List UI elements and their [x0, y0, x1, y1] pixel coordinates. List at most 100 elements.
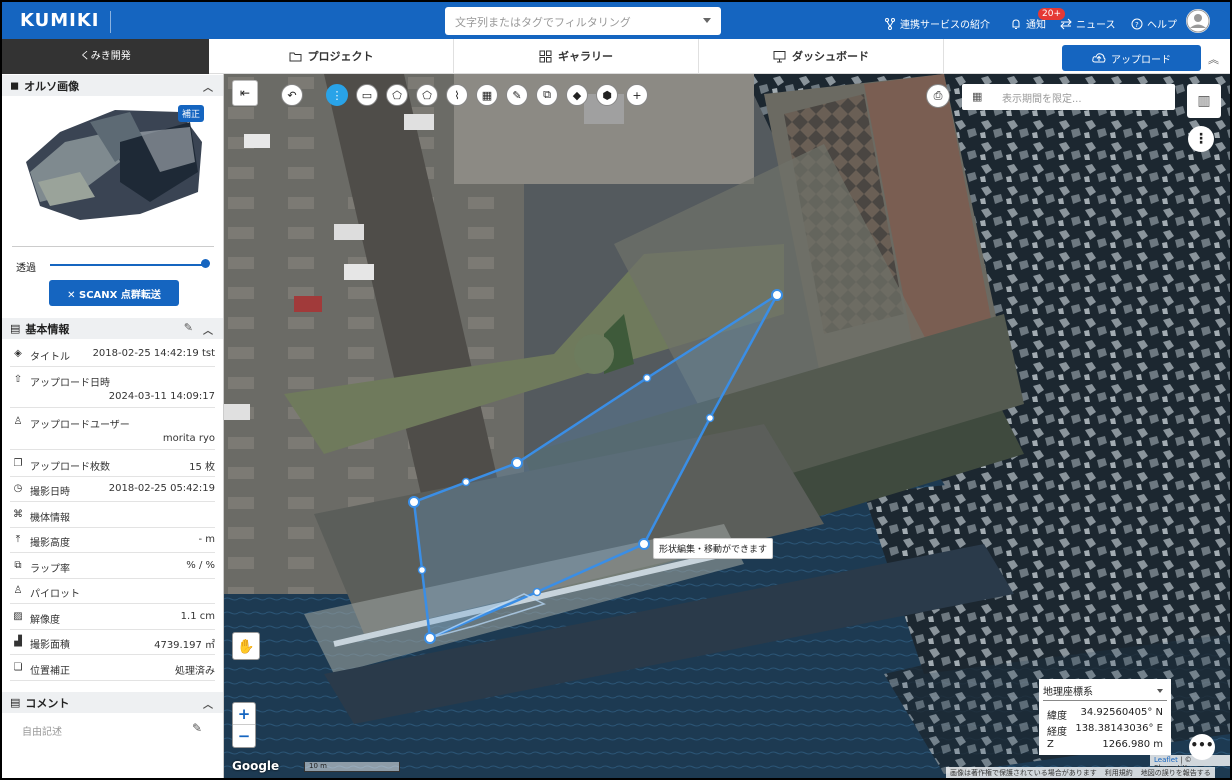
- zoom-out-button[interactable]: −: [233, 725, 255, 747]
- info-label: アップロード枚数: [30, 461, 110, 473]
- copy-icon[interactable]: ⧉: [536, 84, 558, 106]
- tab-dashboard-label: ダッシュボード: [792, 50, 869, 63]
- info-row: ⧉ ラップ率 % / %: [10, 554, 215, 579]
- map-view[interactable]: ⇤ ⎙ ▦ 表示期間を限定... ▥ ⋮ 形状編集・移動ができます ✋ + − …: [224, 74, 1230, 778]
- more-vert-icon[interactable]: ⋮: [1188, 126, 1214, 152]
- comment-input[interactable]: 自由記述: [22, 723, 62, 738]
- ortho-title: オルソ画像: [24, 79, 80, 93]
- terms-link[interactable]: 利用規約: [1105, 768, 1133, 777]
- pan-hand-icon[interactable]: ✋: [232, 632, 260, 660]
- print-icon[interactable]: ⎙: [926, 84, 950, 108]
- date-range-placeholder: 表示期間を限定...: [1002, 94, 1082, 105]
- opacity-slider[interactable]: [50, 264, 206, 266]
- pencil-icon[interactable]: ✎: [506, 84, 528, 106]
- more-vert-icon[interactable]: ⋮: [326, 84, 348, 106]
- leaflet-link[interactable]: Leaflet: [1154, 756, 1178, 764]
- upload-button[interactable]: アップロード: [1062, 45, 1201, 71]
- date-range-input[interactable]: ▦ 表示期間を限定...: [962, 84, 1175, 110]
- info-value: 2018-02-25 14:42:19 tst: [92, 348, 215, 359]
- eraser-icon[interactable]: ◆: [566, 84, 588, 106]
- comment-section-header[interactable]: ▤ コメント ︿: [2, 692, 223, 713]
- chevron-up-icon[interactable]: ︿: [203, 696, 213, 711]
- calendar-icon: ▦: [972, 90, 983, 103]
- info-label: 解像度: [30, 614, 60, 626]
- news-link[interactable]: ニュース: [1060, 16, 1116, 31]
- info-label: 位置補正: [30, 665, 70, 677]
- collapse-sidebar-icon[interactable]: ⇤: [232, 80, 258, 106]
- tab-dashboard[interactable]: ダッシュボード: [699, 39, 944, 74]
- info-label: パイロット: [30, 589, 80, 600]
- chevron-down-icon[interactable]: [703, 18, 711, 23]
- logo[interactable]: KUMIKI: [20, 10, 100, 31]
- cube-icon[interactable]: ⬢: [596, 84, 618, 106]
- integration-link-label: 連携サービスの紹介: [900, 20, 990, 31]
- bell-icon: [1012, 18, 1020, 29]
- grid-icon[interactable]: ▦: [476, 84, 498, 106]
- integration-link[interactable]: 連携サービスの紹介: [884, 16, 990, 31]
- comment-icon: ▤: [10, 696, 21, 709]
- tab-project-label: プロジェクト: [307, 50, 374, 63]
- map-copyright: 画像は著作権で保護されている場合があります 利用規約 地図の誤りを報告する: [946, 767, 1215, 778]
- info-value: 1.1 cm: [180, 610, 215, 622]
- polygon-icon[interactable]: ⬠: [386, 84, 408, 106]
- zoom-control: + −: [232, 702, 256, 748]
- filter-placeholder: 文字列またはタグでフィルタリング: [455, 16, 631, 29]
- info-row: ◈ タイトル 2018-02-25 14:42:19 tst: [10, 342, 215, 367]
- chevron-up-icon[interactable]: ︿: [203, 79, 213, 94]
- layers-icon: ◈: [14, 348, 22, 359]
- upload-icon: ⇧: [13, 373, 23, 385]
- info-label: 機体情報: [30, 512, 70, 524]
- info-label: ラップ率: [30, 563, 70, 575]
- info-value: 15 枚: [189, 461, 215, 473]
- help-link[interactable]: ? ヘルプ: [1131, 16, 1177, 31]
- chevron-down-icon[interactable]: [1157, 689, 1163, 693]
- zoom-in-button[interactable]: +: [233, 703, 255, 725]
- filter-search-input[interactable]: 文字列またはタグでフィルタリング: [445, 7, 721, 35]
- help-label: ヘルプ: [1147, 20, 1177, 31]
- scanx-transfer-button[interactable]: ✕ SCANX 点群転送: [49, 280, 179, 306]
- undo-icon[interactable]: ↶: [281, 84, 303, 106]
- camera-icon: ◼: [10, 79, 20, 92]
- chevron-up-icon[interactable]: ︿: [203, 322, 213, 337]
- ortho-section-header[interactable]: ◼ オルソ画像 ︿: [2, 75, 223, 96]
- info-label: 撮影高度: [30, 538, 70, 549]
- area-icon: ▟: [14, 636, 22, 647]
- user-avatar-icon: [1186, 9, 1210, 33]
- correction-badge: 補正: [178, 105, 205, 122]
- latitude-value: 34.92560405° N: [1080, 707, 1163, 718]
- profile-icon[interactable]: ⌇: [446, 84, 468, 106]
- pentagon-icon[interactable]: ⬠: [416, 84, 438, 106]
- info-label: 撮影日時: [30, 487, 70, 498]
- coordinate-system-select[interactable]: 地理座標系: [1043, 683, 1167, 701]
- pencil-icon[interactable]: ✎: [192, 721, 202, 735]
- opacity-slider-handle[interactable]: [201, 259, 210, 268]
- basic-info-section-header[interactable]: ▤ 基本情報 ✎ ︿: [2, 318, 223, 339]
- ruler-icon[interactable]: ▭: [356, 84, 378, 106]
- report-error-link[interactable]: 地図の誤りを報告する: [1141, 768, 1211, 777]
- upload-label: アップロード: [1111, 54, 1171, 66]
- map-attribution: Leaflet | © SkymatiX: [1150, 755, 1230, 772]
- tab-project[interactable]: プロジェクト: [209, 39, 454, 74]
- google-logo: Google: [232, 759, 280, 773]
- project-name[interactable]: くみき開発: [2, 39, 209, 74]
- tab-gallery[interactable]: ギャラリー: [454, 39, 699, 74]
- basic-info-title: 基本情報: [25, 322, 70, 336]
- tab-gallery-label: ギャラリー: [558, 50, 613, 63]
- top-bar: KUMIKI 文字列またはタグでフィルタリング 連携サービスの紹介 通知 20+…: [2, 2, 1230, 39]
- collapse-header-icon[interactable]: ︽: [1208, 51, 1219, 67]
- pencil-icon[interactable]: ✎: [184, 321, 193, 334]
- info-label: アップロード日時: [30, 377, 110, 389]
- map-layer-icon[interactable]: ▥: [1187, 84, 1221, 118]
- info-row: ▟ 撮影面積 4739.197 ㎡: [10, 630, 215, 655]
- avatar[interactable]: [1186, 9, 1210, 33]
- info-row: ⤒ 撮影高度 - m: [10, 528, 215, 553]
- info-row: ❏ 位置補正 処理済み: [10, 656, 215, 681]
- plus-icon[interactable]: +: [626, 84, 648, 106]
- info-row: ▨ 解像度 1.1 cm: [10, 605, 215, 630]
- app-window: KUMIKI 文字列またはタグでフィルタリング 連携サービスの紹介 通知 20+…: [2, 2, 1230, 778]
- longitude-label: 経度: [1047, 727, 1067, 738]
- aerial-map-imagery[interactable]: [224, 74, 1230, 778]
- monitor-icon: [773, 51, 786, 63]
- info-value: 処理済み: [175, 665, 215, 677]
- help-icon: ?: [1131, 18, 1143, 29]
